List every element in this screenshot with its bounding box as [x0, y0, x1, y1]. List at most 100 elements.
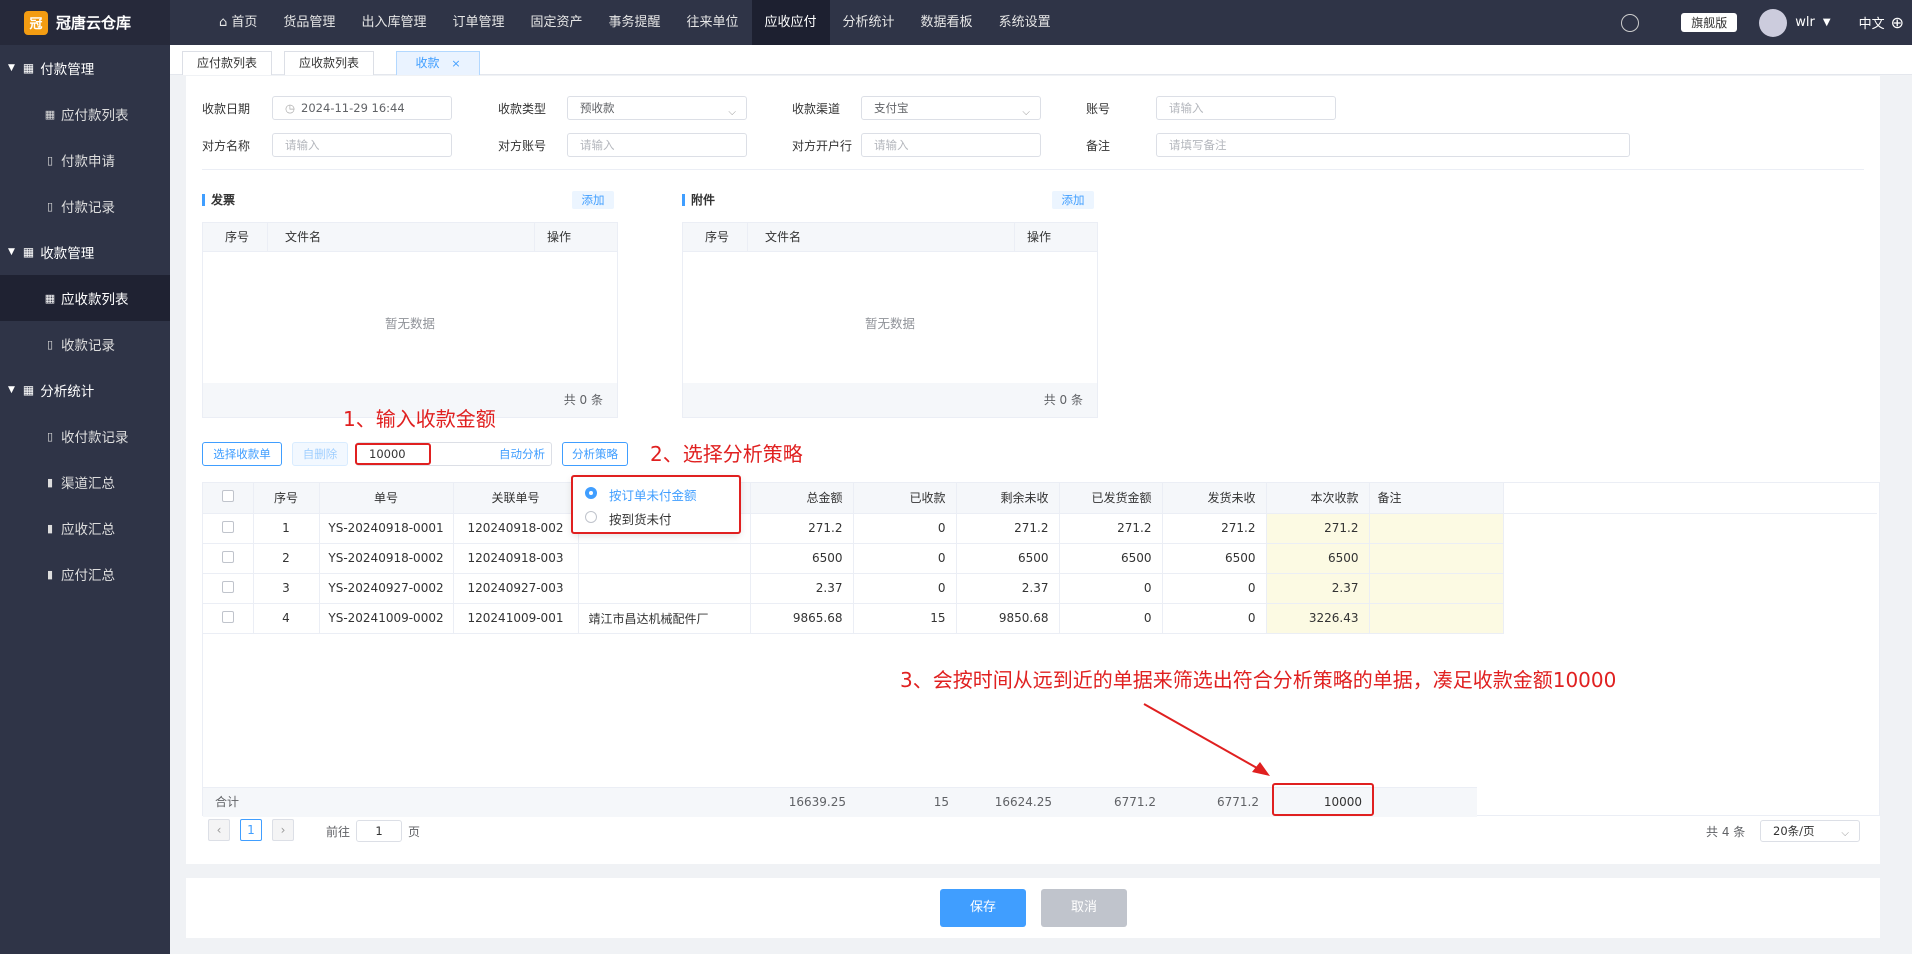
nav-goods[interactable]: 货品管理: [270, 0, 348, 45]
nav-reminders[interactable]: 事务提醒: [595, 0, 673, 45]
cell-rel[interactable]: 120240918-002: [453, 513, 579, 544]
cell-received: 0: [853, 513, 957, 544]
page-number[interactable]: 1: [240, 819, 262, 841]
sidebar-group-receipt[interactable]: ▼ ▦ 收款管理: [0, 229, 170, 275]
theme-icon[interactable]: [1621, 13, 1640, 32]
cell-ship_unpaid: 0: [1162, 603, 1267, 634]
auto-analyze-link[interactable]: 自动分析: [499, 443, 545, 465]
next-page-icon[interactable]: ›: [272, 819, 294, 841]
cell-no: 4: [253, 603, 320, 634]
attachment-add-button[interactable]: 添加: [1052, 191, 1094, 209]
select-all-cell[interactable]: [203, 483, 254, 514]
cell-shipped: 6500: [1059, 543, 1163, 574]
tab-receipt[interactable]: 收款 ×: [396, 51, 480, 75]
app-logo[interactable]: 冠 冠唐云仓库: [0, 0, 170, 45]
sidebar-item-payables[interactable]: ▦ 应付款列表: [0, 91, 170, 137]
amount-highlight: [355, 443, 431, 465]
sidebar-group-analytics[interactable]: ▼ ▦ 分析统计: [0, 367, 170, 413]
globe-icon[interactable]: ⊕: [1891, 13, 1904, 32]
nav-analytics[interactable]: 分析统计: [830, 0, 908, 45]
document-icon: ▯: [46, 199, 54, 213]
cell-rel[interactable]: 120240918-003: [453, 543, 579, 574]
cancel-button[interactable]: 取消: [1041, 889, 1127, 927]
sidebar-item-payment-records[interactable]: ▯ 付款记录: [0, 183, 170, 229]
logo-icon: 冠: [24, 10, 48, 35]
sidebar-item-receivables[interactable]: ▦ 应收款列表: [0, 275, 170, 321]
table-row[interactable]: 4 YS-20241009-0002 120241009-001 靖江市昌达机械配件厂…: [203, 603, 1877, 634]
row-checkbox[interactable]: [221, 520, 234, 533]
save-button[interactable]: 保存: [940, 889, 1026, 927]
row-checkbox[interactable]: [221, 580, 234, 593]
type-select[interactable]: 预收款 ⌵: [567, 96, 747, 120]
select-receipt-button[interactable]: 选择收款单: [202, 442, 282, 466]
sidebar-item-payment-request[interactable]: ▯ 付款申请: [0, 137, 170, 183]
cell-rel[interactable]: 120241009-001: [453, 603, 579, 634]
remark-input[interactable]: 请填写备注: [1156, 133, 1630, 157]
main-nav: ⌂ 首页 货品管理 出入库管理 订单管理 固定资产 事务提醒 往来单位 应收应付…: [206, 0, 1064, 45]
invoice-add-button[interactable]: 添加: [572, 191, 614, 209]
sidebar-item-receivable-summary[interactable]: ▮ 应收汇总: [0, 505, 170, 551]
goto-page-input[interactable]: 1: [356, 820, 402, 842]
tab-payables[interactable]: 应付款列表: [182, 51, 272, 75]
table-row[interactable]: 2 YS-20240918-0002 120240918-003 6500 0 6500 6…: [203, 543, 1877, 574]
edition-badge: 旗舰版: [1681, 13, 1738, 32]
nav-home[interactable]: ⌂ 首页: [206, 0, 270, 45]
cell-order: YS-20240918-0001: [319, 513, 454, 544]
nav-receivables[interactable]: 应收应付: [751, 0, 830, 45]
account-input[interactable]: 请输入: [1156, 96, 1336, 120]
nav-assets[interactable]: 固定资产: [517, 0, 595, 45]
grid-icon: ▦: [22, 245, 35, 259]
attachment-empty: 暂无数据: [864, 316, 915, 331]
cp-bank-input[interactable]: 请输入: [861, 133, 1041, 157]
cell-no: 3: [253, 573, 320, 604]
cell-ship_unpaid: 271.2: [1162, 513, 1267, 544]
remark-cell[interactable]: [1369, 603, 1504, 634]
channel-select[interactable]: 支付宝 ⌵: [861, 96, 1041, 120]
remark-cell[interactable]: [1369, 543, 1504, 574]
cell-remaining: 6500: [956, 543, 1060, 574]
attachment-table: 序号 文件名 操作 暂无数据 共 0 条: [682, 222, 1098, 418]
cell-rel[interactable]: 120240927-003: [453, 573, 579, 604]
sidebar-item-receipt-records[interactable]: ▯ 收款记录: [0, 321, 170, 367]
row-checkbox[interactable]: [221, 610, 234, 623]
sidebar-item-payable-summary[interactable]: ▮ 应付汇总: [0, 551, 170, 597]
close-icon[interactable]: ×: [451, 57, 460, 70]
prev-page-icon[interactable]: ‹: [208, 819, 230, 841]
date-input[interactable]: ◷ 2024-11-29 16:44: [272, 96, 452, 120]
cell-this[interactable]: 6500: [1266, 543, 1370, 574]
page-size-select[interactable]: 20条/页 ⌵: [1760, 820, 1860, 842]
chevron-down-icon[interactable]: ▼: [1823, 17, 1831, 28]
grid-icon: ▦: [44, 107, 56, 121]
sidebar-item-channel-summary[interactable]: ▮ 渠道汇总: [0, 459, 170, 505]
user-name[interactable]: wlr: [1795, 15, 1815, 30]
delete-button[interactable]: 自删除: [292, 442, 348, 466]
nav-orders[interactable]: 订单管理: [439, 0, 517, 45]
sidebar-item-pay-records[interactable]: ▯ 收付款记录: [0, 413, 170, 459]
nav-dashboard[interactable]: 数据看板: [908, 0, 986, 45]
date-label: 收款日期: [202, 102, 251, 116]
cell-this[interactable]: 2.37: [1266, 573, 1370, 604]
cell-ship_unpaid: 0: [1162, 573, 1267, 604]
row-checkbox[interactable]: [221, 550, 234, 563]
sidebar: ▼ ▦ 付款管理 ▦ 应付款列表 ▯ 付款申请 ▯ 付款记录 ▼ ▦ 收款管理 ▦ 应收款列表 …: [0, 45, 170, 954]
remark-cell[interactable]: [1369, 573, 1504, 604]
nav-partners[interactable]: 往来单位: [674, 0, 752, 45]
strategy-button[interactable]: 分析策略: [562, 442, 628, 466]
cell-total: 6500: [750, 543, 854, 574]
table-row[interactable]: 3 YS-20240927-0002 120240927-003 2.37 0 2.37 0…: [203, 573, 1877, 604]
cp-account-input[interactable]: 请输入: [567, 133, 747, 157]
language-label[interactable]: 中文: [1859, 13, 1885, 32]
nav-settings[interactable]: 系统设置: [986, 0, 1064, 45]
sidebar-group-payment[interactable]: ▼ ▦ 付款管理: [0, 45, 170, 91]
select-all-checkbox[interactable]: [221, 490, 234, 503]
cp-name-input[interactable]: 请输入: [272, 133, 452, 157]
cell-this[interactable]: 271.2: [1266, 513, 1370, 544]
nav-inout[interactable]: 出入库管理: [348, 0, 439, 45]
bar-chart-icon: ▮: [46, 475, 54, 489]
cell-this[interactable]: 3226.43: [1266, 603, 1370, 634]
spacer: [1503, 603, 1877, 633]
tab-receivables[interactable]: 应收款列表: [284, 51, 374, 75]
table-row[interactable]: 1 YS-20240918-0001 120240918-002 271.2 0 271.…: [203, 513, 1877, 544]
avatar[interactable]: [1759, 8, 1788, 37]
remark-cell[interactable]: [1369, 513, 1504, 544]
